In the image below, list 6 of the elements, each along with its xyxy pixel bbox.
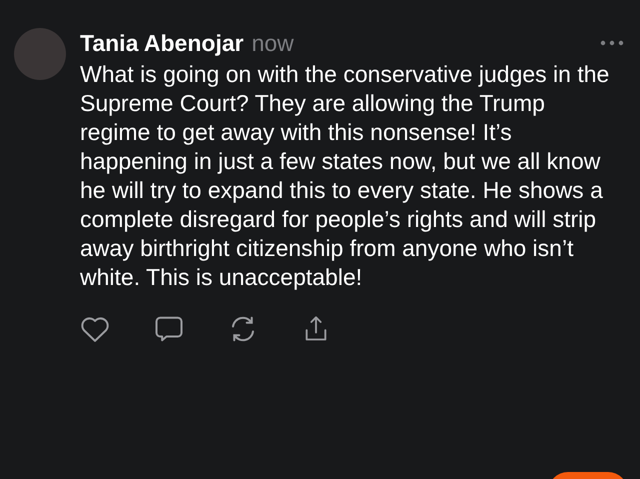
comment-icon[interactable] xyxy=(154,314,184,344)
heart-icon[interactable] xyxy=(80,315,110,343)
more-icon[interactable] xyxy=(600,40,624,46)
post-time: now xyxy=(252,29,294,58)
author-name[interactable]: Tania Abenojar xyxy=(80,26,244,60)
post-text: What is going on with the conservative judges in the Supreme Court? They are allowing the Trump regime to get away with this nonsense! It’s happening in just a few states now, but we all know he will try to expand this to every state. He shows a complete disregard for people’s rights and will strip away birthright citizenship from anyone who isn’t white. This is unacceptable! xyxy=(80,60,610,292)
